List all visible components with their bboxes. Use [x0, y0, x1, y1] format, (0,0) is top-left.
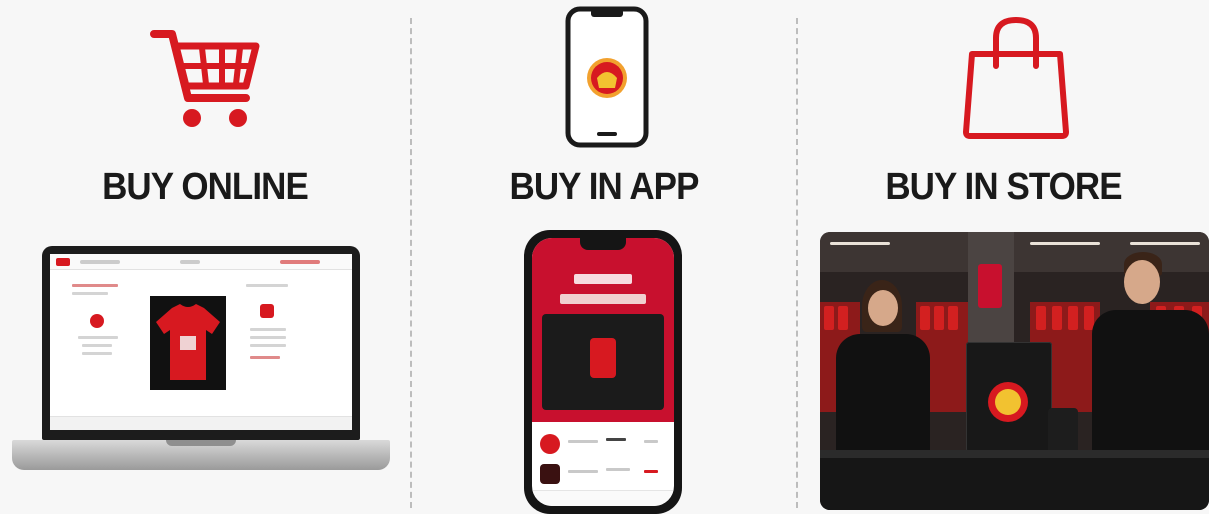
app-list-item	[540, 462, 666, 486]
payment-terminal	[1048, 408, 1078, 454]
red-shirt-icon	[590, 338, 616, 378]
channel-buy-online: BUY ONLINE	[0, 0, 410, 514]
product-info-right	[246, 284, 300, 404]
app-tab-bar	[532, 490, 674, 506]
app-screen	[532, 238, 674, 506]
shopping-cart-icon	[150, 30, 260, 127]
store-sign	[978, 264, 1002, 308]
store-counter	[820, 458, 1209, 510]
laptop-base	[12, 440, 390, 470]
app-hero-image	[542, 314, 664, 410]
product-image	[150, 296, 226, 390]
site-header	[50, 254, 352, 270]
laptop-screen	[42, 246, 360, 440]
app-promo-banner	[560, 294, 646, 304]
app-list-item	[540, 432, 666, 456]
buy-in-store-title: BUY IN STORE	[885, 166, 1122, 208]
phone-illustration	[524, 230, 682, 514]
buy-in-app-title: BUY IN APP	[509, 166, 700, 208]
branded-shopping-bag	[966, 342, 1052, 452]
site-footer	[50, 416, 352, 430]
product-info-left	[72, 284, 126, 404]
online-store-webpage	[50, 254, 352, 430]
store-photo	[820, 232, 1209, 510]
shopping-bag-icon	[963, 16, 1069, 139]
buy-online-title: BUY ONLINE	[102, 166, 309, 208]
laptop-illustration	[12, 246, 390, 478]
app-header	[532, 238, 674, 422]
red-shirt-icon	[156, 304, 220, 380]
channel-buy-in-store: BUY IN STORE	[798, 0, 1209, 514]
club-crest-icon	[988, 382, 1028, 422]
app-title	[574, 274, 632, 284]
site-logo	[56, 258, 70, 266]
channel-buy-in-app: BUY IN APP	[412, 0, 796, 514]
smartphone-icon	[565, 6, 649, 148]
